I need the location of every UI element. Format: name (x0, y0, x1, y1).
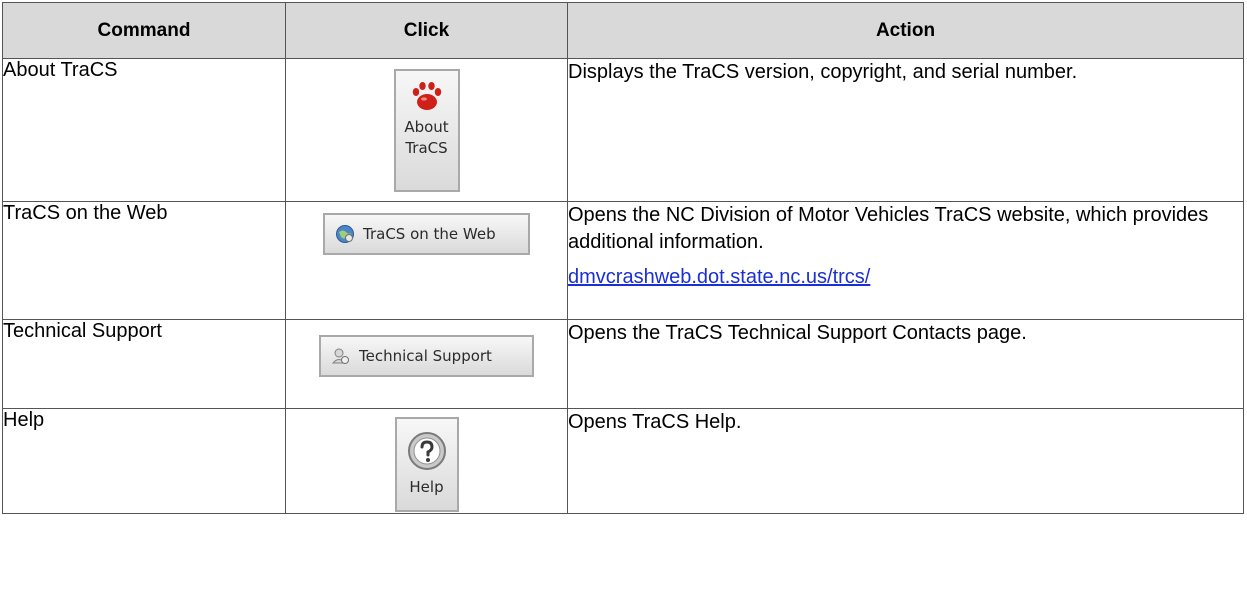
support-button-label: Technical Support (359, 347, 492, 365)
about-tracs-button[interactable]: About TraCS (393, 69, 460, 192)
action-cell: Opens the NC Division of Motor Vehicles … (567, 201, 1244, 320)
table-row: TraCS on the Web TraCS on the Web Opens … (2, 201, 1244, 320)
command-cell: About TraCS (2, 58, 286, 202)
action-cell: Opens the TraCS Technical Support Contac… (567, 319, 1244, 409)
table-row: Technical Support Technical Support Open… (2, 319, 1244, 409)
help-icon (407, 432, 446, 470)
globe-icon (336, 225, 354, 243)
about-label-line1: About (404, 118, 449, 136)
click-cell: About TraCS (285, 58, 568, 202)
about-label-line2: TraCS (405, 139, 448, 157)
support-icon (331, 348, 349, 364)
command-cell: Technical Support (2, 319, 286, 409)
technical-support-button[interactable]: Technical Support (319, 335, 534, 377)
paw-icon (412, 82, 441, 110)
action-text: Opens the TraCS Technical Support Contac… (568, 322, 1027, 344)
table-row: About TraCS About TraCS Displays the Tra… (2, 58, 1244, 202)
click-cell: Help (285, 408, 568, 514)
help-button-label: Help (409, 478, 444, 496)
action-text: Opens the NC Division of Motor Vehicles … (568, 204, 1209, 253)
table-row: Help Help Opens TraCS Help. (2, 408, 1244, 514)
command-table: Command Click Action About TraCS About T… (2, 2, 1244, 514)
help-button[interactable]: Help (394, 417, 459, 512)
web-button-label: TraCS on the Web (363, 225, 496, 243)
header-click: Click (285, 2, 568, 59)
tracs-on-the-web-button[interactable]: TraCS on the Web (323, 213, 530, 255)
command-cell: TraCS on the Web (2, 201, 286, 320)
action-text: Opens TraCS Help. (568, 411, 742, 433)
click-cell: TraCS on the Web (285, 201, 568, 320)
header-action: Action (567, 2, 1244, 59)
action-cell: Opens TraCS Help. (567, 408, 1244, 514)
action-text: Displays the TraCS version, copyright, a… (568, 61, 1078, 83)
action-cell: Displays the TraCS version, copyright, a… (567, 58, 1244, 202)
header-row: Command Click Action (2, 2, 1244, 59)
click-cell: Technical Support (285, 319, 568, 409)
website-link[interactable]: dmvcrashweb.dot.state.nc.us/trcs/ (568, 264, 870, 291)
command-cell: Help (2, 408, 286, 514)
header-command: Command (2, 2, 286, 59)
